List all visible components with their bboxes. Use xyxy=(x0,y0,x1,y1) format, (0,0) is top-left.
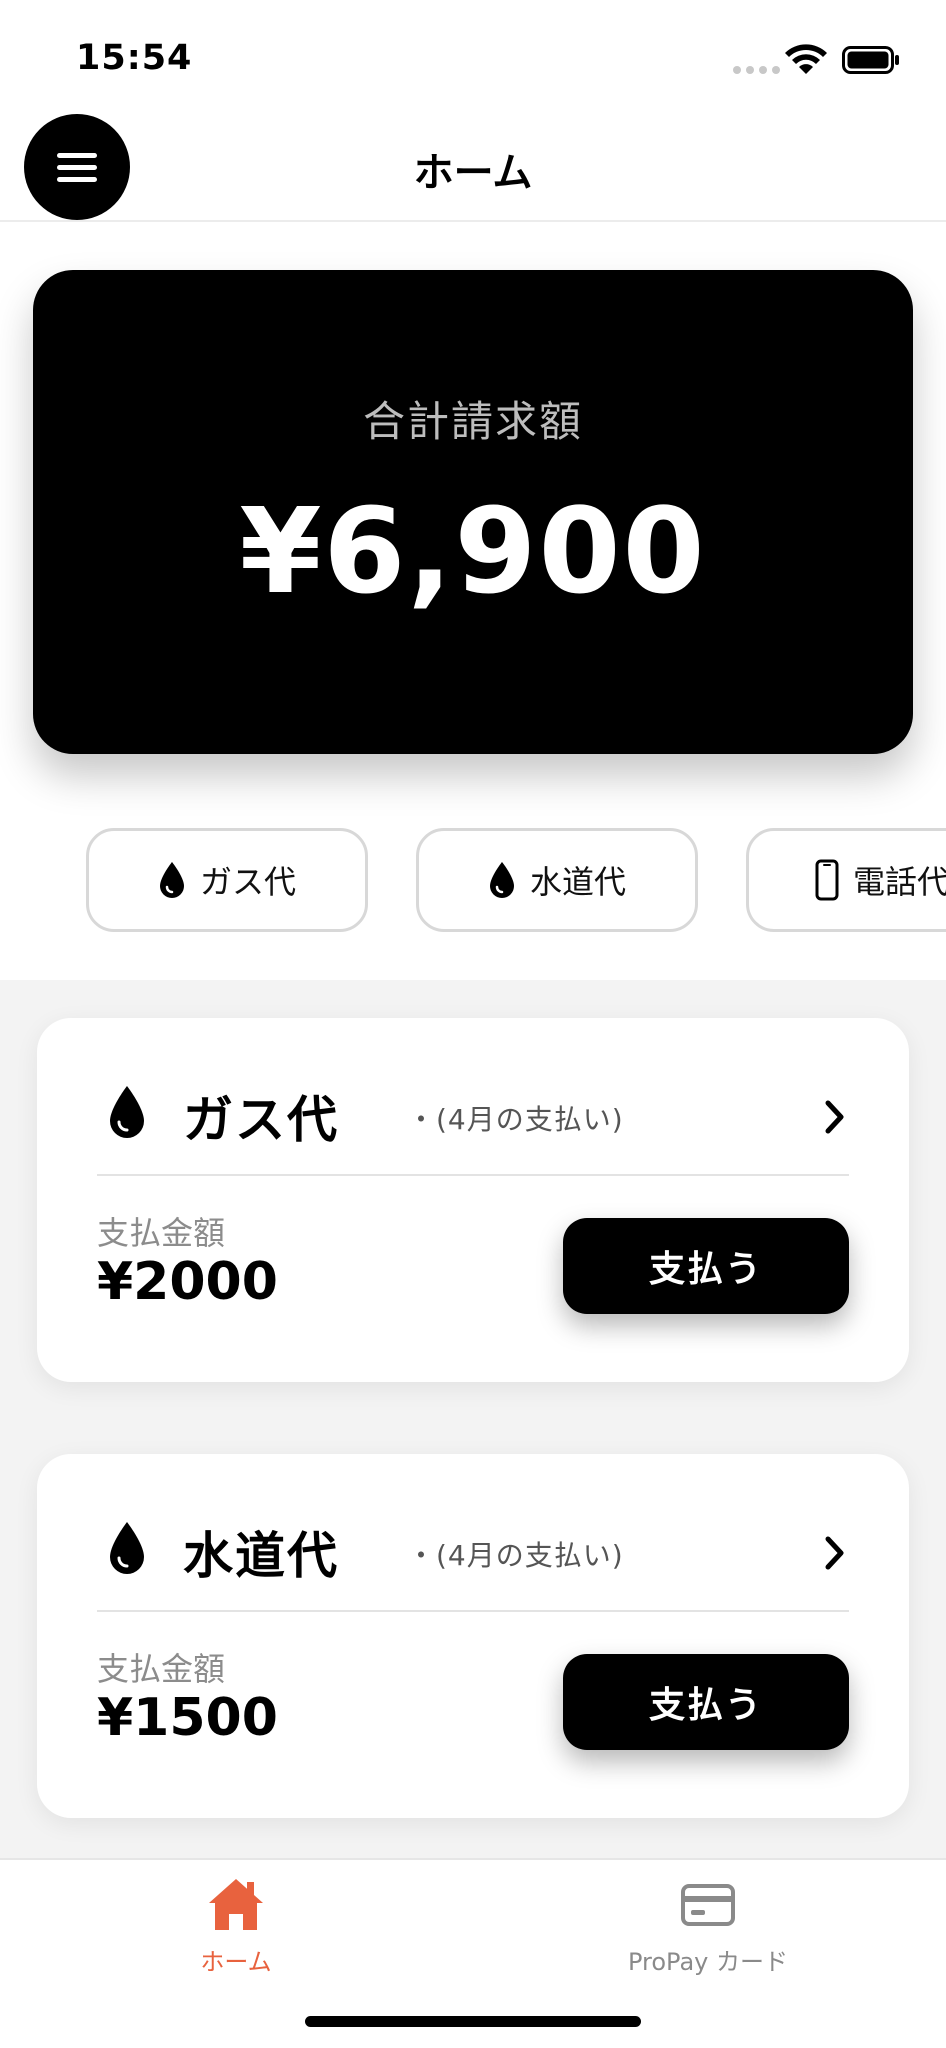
bill-header: 水道代 ・(4月の支払い) xyxy=(107,1514,847,1594)
bill-card-water[interactable]: 水道代 ・(4月の支払い) 支払金額 ¥1500 支払う xyxy=(37,1454,909,1818)
pay-button[interactable]: 支払う xyxy=(563,1218,849,1314)
status-bar: 15:54 xyxy=(0,0,946,110)
bill-name: 水道代 xyxy=(183,1527,339,1585)
home-screen: 15:54 ホーム 合計請求額 ¥6,900 ガス代 水道代 電話代 ガス代 ・… xyxy=(0,0,946,2048)
total-billing-card: 合計請求額 ¥6,900 xyxy=(33,270,913,754)
home-indicator xyxy=(305,2016,641,2027)
tab-home-label: ホーム xyxy=(200,1948,272,1976)
bill-list: ガス代 ・(4月の支払い) 支払金額 ¥2000 支払う 水道代 ・(4月の支払… xyxy=(0,980,946,1860)
drop-icon xyxy=(489,862,514,898)
chip-water[interactable]: 水道代 xyxy=(416,828,698,932)
home-icon xyxy=(209,1879,263,1930)
drop-icon xyxy=(110,1522,144,1574)
chip-phone[interactable]: 電話代 xyxy=(746,828,946,932)
amount-label: 支払金額 xyxy=(97,1214,226,1252)
credit-card-icon xyxy=(681,1884,735,1926)
tab-propay-card-label: ProPay カード xyxy=(627,1948,788,1976)
drop-icon xyxy=(110,1086,144,1138)
tab-home[interactable]: ホーム xyxy=(86,1876,386,1977)
bill-card-gas[interactable]: ガス代 ・(4月の支払い) 支払金額 ¥2000 支払う xyxy=(37,1018,909,1382)
divider xyxy=(97,1610,849,1612)
amount-value: ¥1500 xyxy=(97,1688,278,1748)
tab-propay-card[interactable]: ProPay カード xyxy=(558,1876,858,1977)
amount-label: 支払金額 xyxy=(97,1650,226,1688)
chevron-right-icon[interactable] xyxy=(823,1098,847,1136)
battery-icon xyxy=(842,46,899,74)
bill-period: ・(4月の支払い) xyxy=(407,1539,624,1572)
chip-gas[interactable]: ガス代 xyxy=(86,828,368,932)
bill-header: ガス代 ・(4月の支払い) xyxy=(107,1078,847,1158)
bill-name: ガス代 xyxy=(183,1091,339,1149)
amount-value: ¥2000 xyxy=(97,1252,278,1312)
nav-header: ホーム xyxy=(0,110,946,222)
chevron-right-icon[interactable] xyxy=(823,1534,847,1572)
chip-label: ガス代 xyxy=(199,863,296,901)
drop-icon xyxy=(159,862,184,898)
wifi-icon xyxy=(785,44,827,74)
chip-label: 水道代 xyxy=(529,863,626,901)
page-title: ホーム xyxy=(413,150,533,196)
category-chips: ガス代 水道代 電話代 xyxy=(0,828,946,934)
phone-icon xyxy=(815,859,839,901)
chip-label: 電話代 xyxy=(853,863,946,901)
status-time: 15:54 xyxy=(76,38,193,78)
cellular-signal-icon xyxy=(733,66,780,74)
bill-period: ・(4月の支払い) xyxy=(407,1103,624,1136)
tab-bar: ホーム ProPay カード xyxy=(0,1858,946,2048)
total-billing-amount: ¥6,900 xyxy=(239,482,707,620)
divider xyxy=(97,1174,849,1176)
pay-button[interactable]: 支払う xyxy=(563,1654,849,1750)
total-billing-label: 合計請求額 xyxy=(362,397,583,446)
